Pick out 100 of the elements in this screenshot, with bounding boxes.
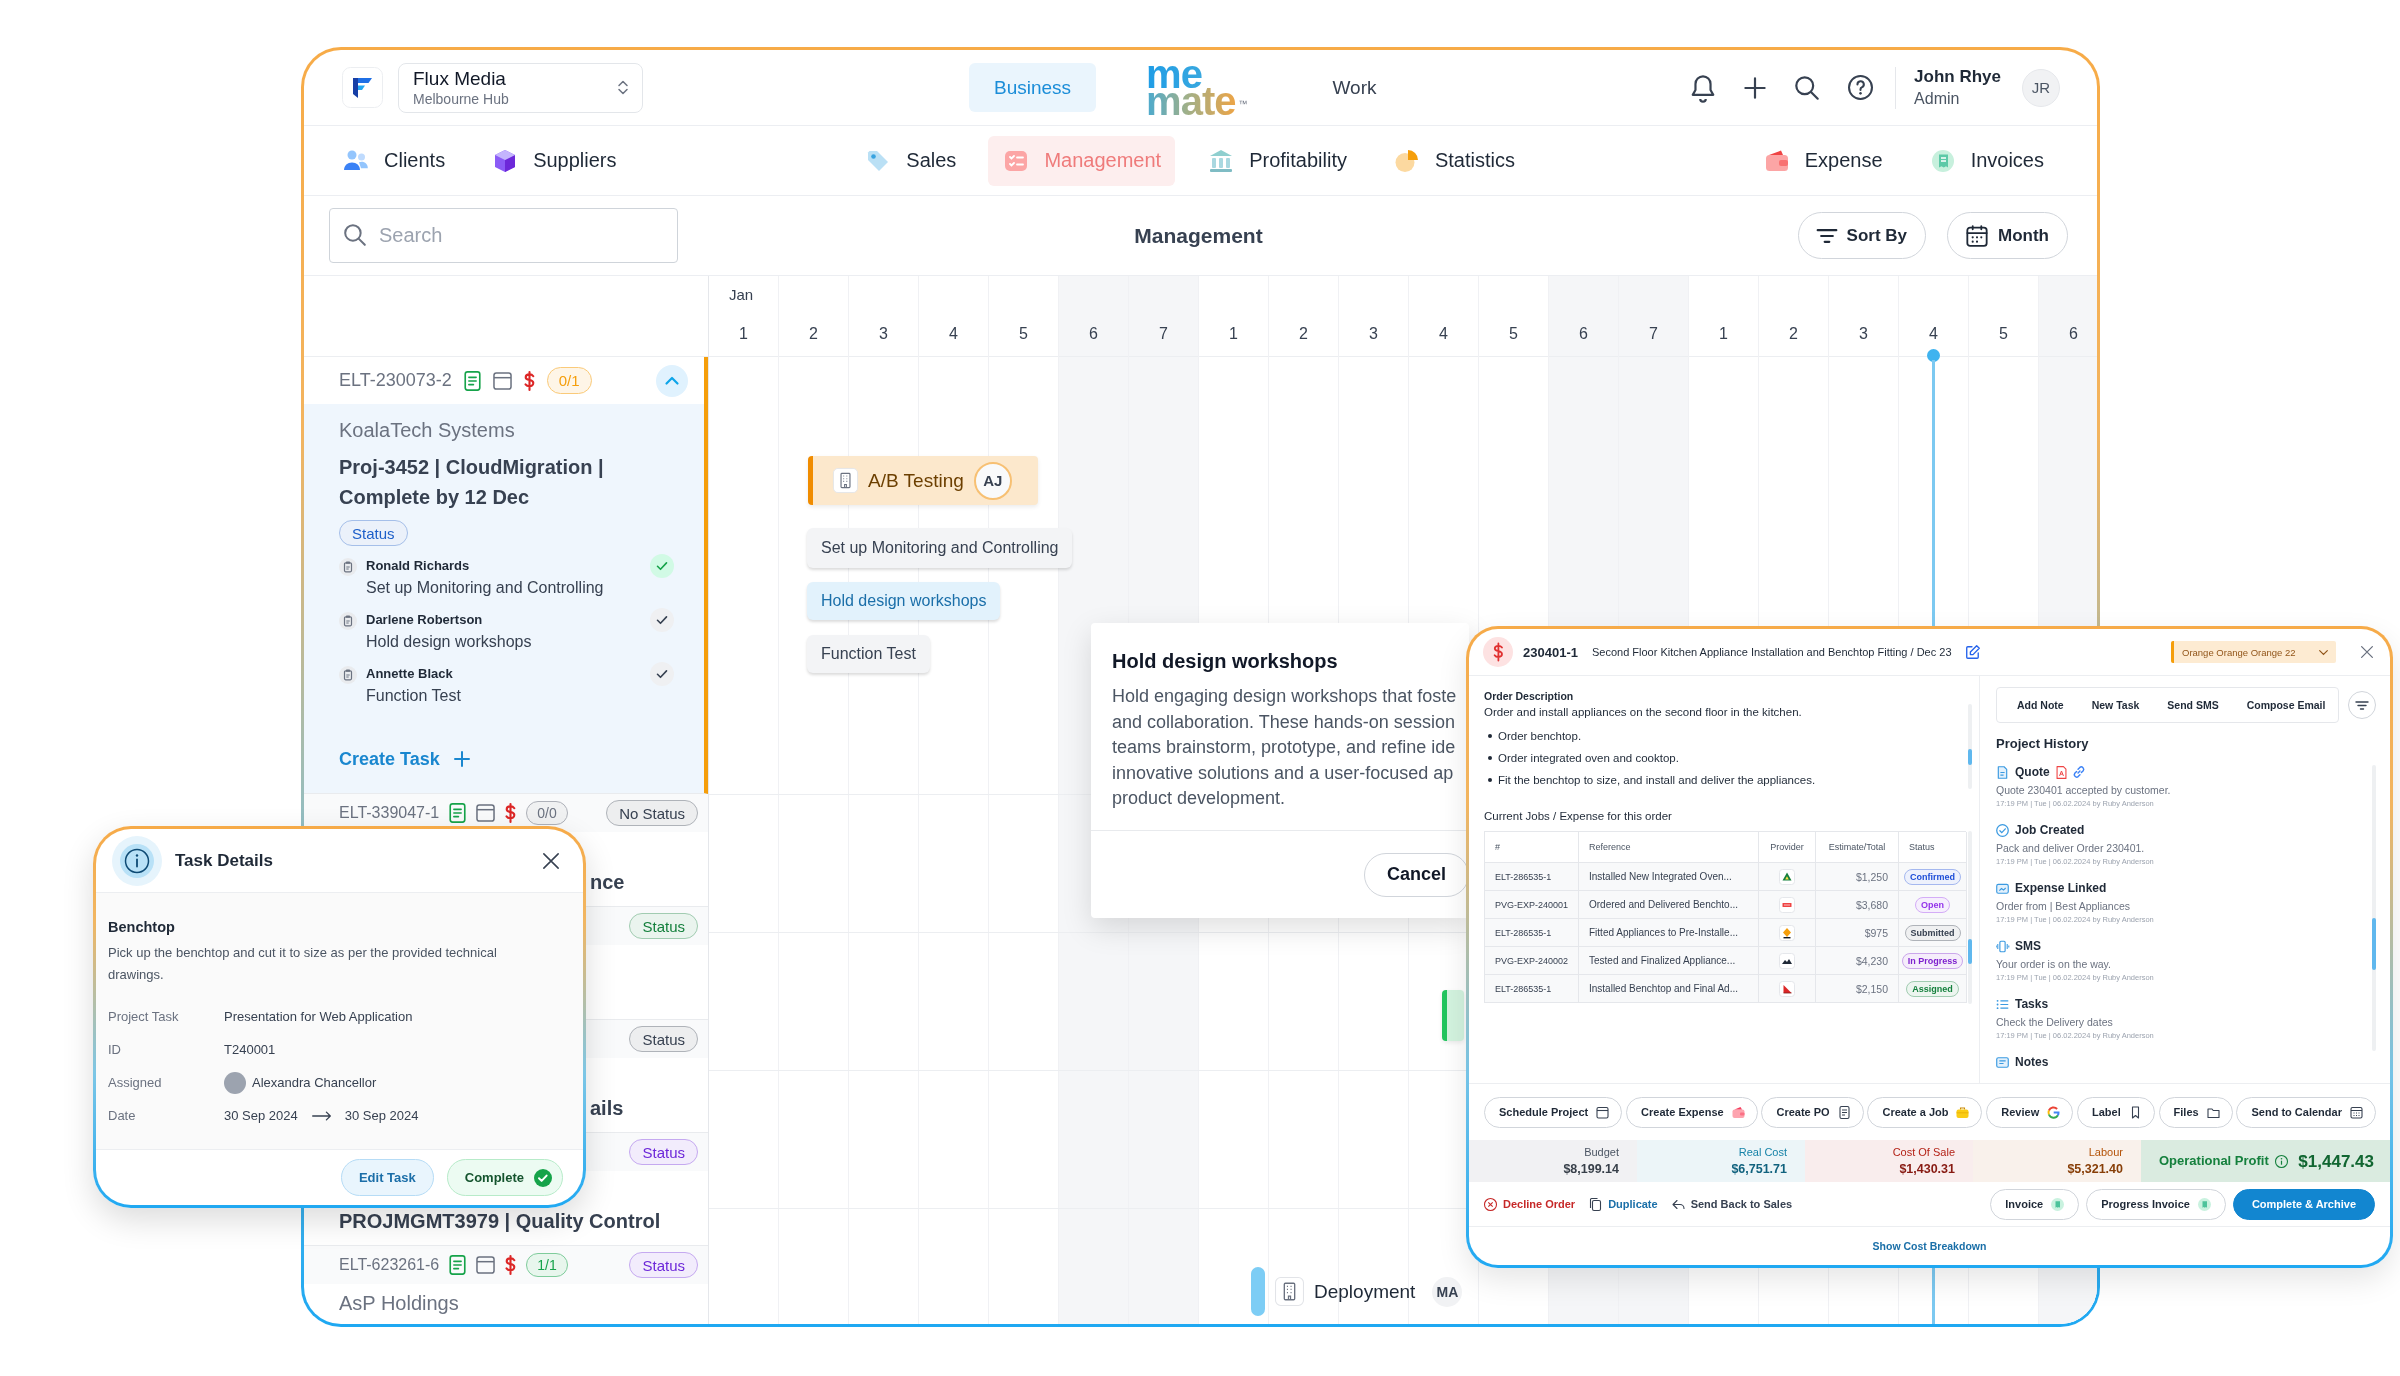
milestone-bar[interactable]: A/B Testing AJ xyxy=(808,456,1038,505)
footer-button[interactable]: Complete & Archive xyxy=(2232,1188,2375,1220)
history-text: Quote 230401 accepted by customer. xyxy=(1996,783,2172,797)
action-button[interactable]: Schedule Project xyxy=(1484,1096,1623,1128)
copy-icon xyxy=(1589,1197,1603,1211)
nav-tab[interactable]: Suppliers xyxy=(477,135,631,186)
toolbar-button[interactable]: Month xyxy=(1947,212,2068,259)
action-button[interactable]: Create PO xyxy=(1761,1096,1864,1128)
calendar-icon[interactable] xyxy=(492,371,512,390)
nav-tab[interactable]: Clients xyxy=(328,135,460,186)
status-badge: Confirmed xyxy=(1904,868,1961,885)
receipt-icon xyxy=(2051,1197,2065,1211)
status-badge[interactable]: Status xyxy=(629,913,698,939)
document-icon[interactable] xyxy=(449,1255,467,1275)
cancel-button[interactable]: Cancel xyxy=(1363,852,1469,897)
link-icon[interactable] xyxy=(2072,766,2085,778)
bullet-icon xyxy=(1488,778,1492,782)
status-badge[interactable]: No Status xyxy=(606,800,698,826)
panel-tab[interactable]: Compose Email xyxy=(2246,699,2326,711)
create-task-button[interactable]: Create Task xyxy=(339,747,470,771)
user-avatar[interactable]: JR xyxy=(2022,68,2060,107)
toolbar-button[interactable]: Sort By xyxy=(1797,212,1926,259)
action-button[interactable]: Review xyxy=(1986,1096,2074,1128)
check-icon[interactable] xyxy=(650,554,674,578)
page-title: Management xyxy=(1134,223,1263,248)
edit-icon[interactable] xyxy=(1965,645,1980,659)
action-button[interactable]: Send to Calendar xyxy=(2236,1096,2376,1128)
calendar-icon xyxy=(1596,1105,1610,1119)
calendar-icon[interactable] xyxy=(476,804,496,822)
panel-tab[interactable]: Add Note xyxy=(2017,699,2064,711)
nav-tab[interactable]: Invoices xyxy=(1914,135,2058,186)
summary-label: Real Cost xyxy=(1738,1144,1787,1159)
chevron-up-icon[interactable] xyxy=(656,364,688,397)
table-cell: ELT-286535-1 xyxy=(1485,919,1579,947)
summary-value: $6,751.71 xyxy=(1731,1160,1787,1178)
dollar-icon[interactable] xyxy=(505,803,517,823)
task-bar[interactable]: Hold design workshops xyxy=(807,582,1001,620)
status-badge[interactable]: Status xyxy=(339,520,408,546)
action-button[interactable]: Create a Job xyxy=(1867,1096,1983,1128)
check-icon[interactable] xyxy=(650,662,674,686)
action-button[interactable]: Create Expense xyxy=(1626,1096,1758,1128)
check-circle-icon xyxy=(534,1168,552,1187)
action-link[interactable]: Duplicate xyxy=(1589,1197,1658,1211)
task-bar[interactable]: Function Test xyxy=(807,635,930,673)
briefcase-icon xyxy=(1956,1105,1970,1119)
close-icon[interactable] xyxy=(2361,646,2373,658)
building-icon xyxy=(1275,1277,1304,1306)
search-icon[interactable] xyxy=(1795,75,1820,100)
dollar-icon[interactable] xyxy=(523,370,535,391)
search-field[interactable]: Search xyxy=(329,208,678,263)
edit-button[interactable]: Edit Task xyxy=(340,1159,434,1196)
table-cell: $2,150 xyxy=(1816,975,1899,1003)
assignee-name: Annette Black xyxy=(366,665,454,683)
complete-button[interactable]: Complete xyxy=(446,1159,563,1196)
action-button[interactable]: Files xyxy=(2158,1096,2233,1128)
milestone-bar[interactable]: Deployment MA xyxy=(1251,1267,1463,1316)
org-switcher[interactable]: Flux Media Melbourne Hub xyxy=(398,62,643,113)
footer-button[interactable]: Invoice xyxy=(1990,1188,2080,1220)
document-icon[interactable] xyxy=(449,803,467,823)
panel-tab[interactable]: Send SMS xyxy=(2167,699,2219,711)
bell-icon[interactable] xyxy=(1691,74,1716,101)
help-icon[interactable] xyxy=(1848,75,1874,100)
dollar-icon[interactable] xyxy=(505,1255,517,1275)
status-badge: In Progress xyxy=(1901,952,1964,969)
calendar-icon[interactable] xyxy=(476,1256,496,1274)
history-text: Your order is on the way. xyxy=(1996,957,2112,971)
table-cell: ELT-286535-1 xyxy=(1485,863,1579,891)
nav-tab[interactable]: Expense xyxy=(1748,135,1897,186)
bullet-text: Order integrated oven and cooktop. xyxy=(1498,752,1679,764)
action-link[interactable]: Send Back to Sales xyxy=(1671,1197,1793,1211)
plus-icon[interactable] xyxy=(1744,76,1767,99)
action-button[interactable]: Label xyxy=(2077,1096,2155,1128)
panel-tab[interactable]: New Task xyxy=(2091,699,2140,711)
table-cell: $1,250 xyxy=(1816,863,1899,891)
search-icon xyxy=(344,224,366,246)
nav-tab[interactable]: Statistics xyxy=(1378,135,1529,186)
mode-tab[interactable]: Work xyxy=(1307,63,1402,112)
filter-icon[interactable] xyxy=(2348,691,2376,719)
close-icon[interactable] xyxy=(543,852,559,869)
table-cell: $975 xyxy=(1816,919,1899,947)
pdf-icon[interactable] xyxy=(2055,765,2067,779)
bullet-icon xyxy=(1488,734,1492,738)
nav-tab[interactable]: Sales xyxy=(850,135,971,186)
status-badge[interactable]: Status xyxy=(629,1252,698,1278)
document-icon[interactable] xyxy=(463,370,481,391)
day-label: 5 xyxy=(1509,324,1518,344)
footer-button[interactable]: Progress Invoice xyxy=(2086,1188,2226,1220)
task-bar[interactable]: Set up Monitoring and Controlling xyxy=(807,528,1073,568)
breakdown-link[interactable]: Show Cost Breakdown xyxy=(1872,1240,1987,1252)
day-label: 4 xyxy=(1929,324,1938,344)
info-icon[interactable] xyxy=(2274,1154,2288,1168)
check-icon[interactable] xyxy=(650,608,674,632)
summary-value: $1,430.31 xyxy=(1899,1160,1955,1178)
action-link[interactable]: Decline Order xyxy=(1484,1197,1576,1211)
status-badge[interactable]: Status xyxy=(629,1026,698,1052)
receipt-icon xyxy=(2197,1197,2211,1211)
tag-dropdown[interactable]: Orange Orange Orange 22 xyxy=(2171,641,2336,663)
dollar-icon xyxy=(1483,637,1513,667)
nav-tab[interactable]: Profitability xyxy=(1193,135,1361,186)
status-badge[interactable]: Status xyxy=(629,1139,698,1165)
